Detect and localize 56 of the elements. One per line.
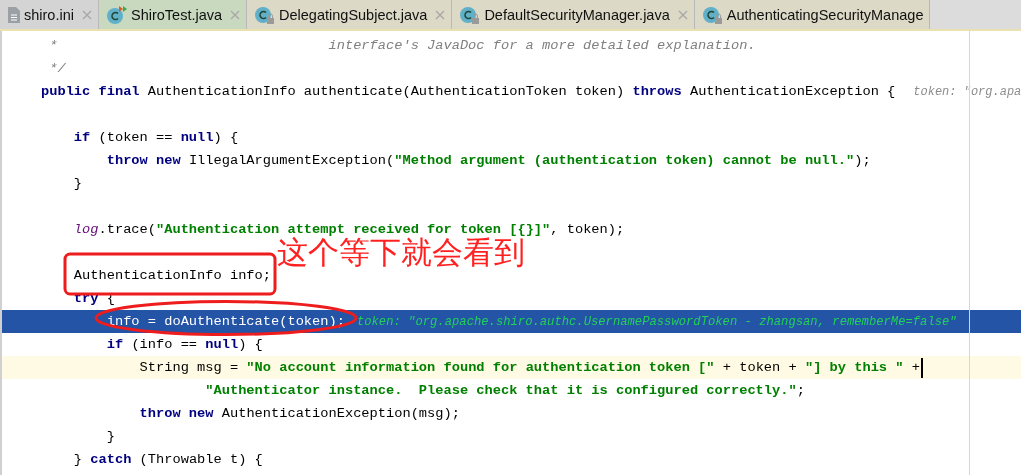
code-text: (info == — [131, 336, 199, 353]
text-cursor — [920, 357, 923, 378]
keyword: null — [180, 129, 214, 146]
code-text: , token); — [550, 221, 625, 238]
code-text: (token == — [98, 129, 174, 146]
class-icon — [105, 4, 128, 25]
code-text: ; — [796, 382, 805, 399]
close-icon[interactable] — [230, 9, 241, 20]
code-text: ); — [854, 152, 871, 169]
code-text: .trace( — [98, 221, 156, 238]
keyword: public final — [41, 83, 140, 100]
code-text: ) { — [213, 129, 239, 146]
code-text: AuthenticationInfo authenticate(AuthenticationToken token) — [147, 83, 626, 100]
code-text: } — [73, 175, 83, 192]
code-comment: * interface's JavaDoc for a more detailed explanation. — [49, 37, 756, 54]
code-text: } — [106, 428, 115, 445]
code-text: AuthenticationInfo info; — [73, 267, 271, 284]
keyword: catch — [90, 451, 132, 468]
code-text: ) { — [238, 336, 263, 353]
code-text: AuthenticationException { — [689, 83, 896, 100]
editor-tab[interactable]: DefaultSecurityManager.java — [452, 0, 695, 29]
inlay-hint: token: "org.apa — [913, 83, 1021, 100]
keyword: if — [73, 129, 91, 146]
annotation-note: 这个等下就会看到 — [277, 236, 525, 269]
string-literal: "Method argument (authentication token) cannot be null." — [394, 152, 855, 169]
code-text: + token + — [722, 359, 798, 376]
keyword: if — [106, 336, 124, 353]
string-literal: "Authenticator instance. Please check that it is configured correctly." — [205, 382, 797, 399]
string-literal: "Authentication attempt received for token [{}]" — [156, 221, 551, 237]
file-icon — [7, 5, 21, 24]
editor-tab[interactable]: shiro.ini — [0, 0, 99, 29]
editor-tab[interactable]: DelegatingSubject.java — [247, 0, 453, 29]
class-icon — [459, 4, 482, 25]
keyword: null — [205, 336, 239, 353]
code-text: IllegalArgumentException( — [188, 152, 395, 169]
code-text: (Throwable t) { — [139, 451, 263, 468]
inlay-hint: token: "org.apache.shiro.authc.UsernamePasswordToken - zhangsan, rememberMe=false" — [356, 313, 957, 330]
close-icon[interactable] — [81, 9, 92, 20]
code-text: String msg = — [139, 359, 240, 376]
code-text: } — [73, 451, 84, 468]
code-text: info = doAuthenticate(token); — [106, 313, 345, 330]
keyword: throw new — [139, 405, 214, 422]
class-icon — [254, 4, 277, 25]
keyword: throw new — [106, 152, 181, 169]
code-text: + — [911, 359, 920, 376]
code-text: AuthenticationException(msg); — [221, 405, 460, 422]
string-literal: "] by this " — [804, 359, 904, 376]
class-icon — [701, 4, 724, 25]
editor-tab[interactable]: ShiroTest.java — [98, 0, 248, 29]
close-icon[interactable] — [435, 9, 446, 20]
field-name: log — [73, 221, 99, 238]
code-comment: */ — [49, 60, 66, 77]
editor-tab[interactable]: AuthenticatingSecurityManage — [694, 0, 931, 29]
close-icon[interactable] — [677, 9, 688, 20]
string-literal: "No account information found for authentication token [" — [246, 359, 715, 376]
keyword: throws — [632, 83, 682, 100]
